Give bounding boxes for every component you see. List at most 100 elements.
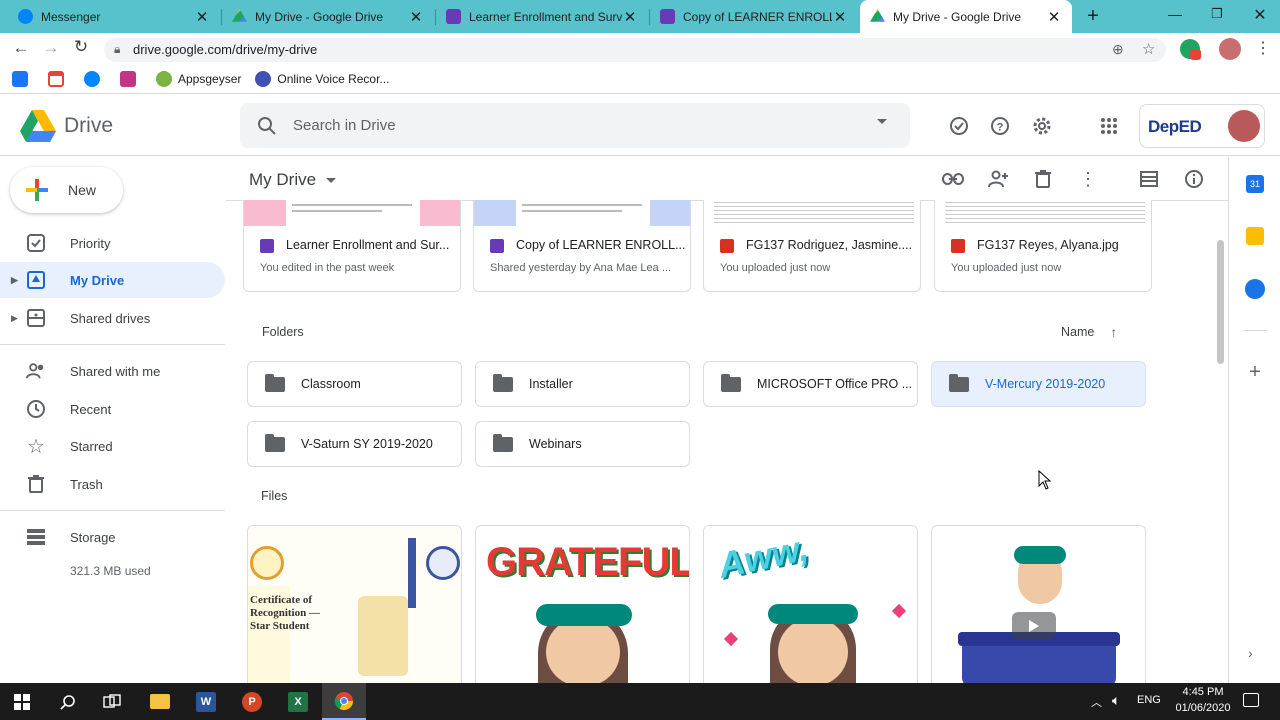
clock-time[interactable]: 4:45 PM	[1169, 686, 1237, 698]
sidebar-item-my-drive[interactable]: ▶ My Drive	[0, 262, 225, 298]
tray-chevron-up-icon[interactable]: ︿	[1091, 694, 1102, 710]
video-play-icon[interactable]	[1012, 612, 1056, 640]
sidebar-item-storage[interactable]: Storage	[0, 519, 225, 555]
restore-window-button[interactable]: ❐	[1203, 6, 1231, 24]
browser-tab[interactable]: Learner Enrollment and Survey ✕	[436, 0, 648, 33]
browser-tab[interactable]: Copy of LEARNER ENROLLMEN ✕	[650, 0, 858, 33]
trash-icon[interactable]	[1031, 167, 1055, 191]
new-tab-button[interactable]: +	[1082, 5, 1104, 27]
file-thumbnail	[474, 200, 690, 226]
account-avatar[interactable]	[1228, 110, 1260, 142]
search-input[interactable]: Search in Drive	[293, 117, 396, 134]
sidebar-item-starred[interactable]: ☆ Starred	[0, 428, 225, 464]
suggested-file-card[interactable]: Learner Enrollment and Sur... You edited…	[243, 200, 461, 292]
sidebar-item-priority[interactable]: Priority	[0, 225, 225, 261]
folder-item-selected[interactable]: V-Mercury 2019-2020	[931, 361, 1146, 407]
task-view-icon[interactable]	[90, 683, 134, 720]
minimize-window-button[interactable]: —	[1160, 6, 1190, 22]
taskbar-search-icon[interactable]	[46, 683, 90, 720]
suggested-file-card[interactable]: FG137 Reyes, Alyana.jpg You uploaded jus…	[934, 200, 1152, 292]
add-bookmark-icon[interactable]: ⊕	[1112, 41, 1124, 58]
help-icon[interactable]: ?	[988, 114, 1012, 138]
sort-control[interactable]: Name ↑	[1061, 324, 1117, 340]
search-icon[interactable]	[257, 116, 277, 136]
close-tab-icon[interactable]: ✕	[832, 8, 848, 26]
file-card[interactable]: GRATEFUL	[475, 525, 690, 685]
expand-icon[interactable]: ▶	[11, 313, 18, 324]
details-info-icon[interactable]	[1182, 167, 1206, 191]
browser-tab-active[interactable]: My Drive - Google Drive ✕	[860, 0, 1072, 33]
folder-item[interactable]: MICROSOFT Office PRO ...	[703, 361, 918, 407]
sidebar-item-recent[interactable]: Recent	[0, 391, 225, 427]
location-breadcrumb[interactable]: My Drive	[249, 169, 337, 191]
keep-icon[interactable]	[1246, 227, 1264, 245]
apps-grid-icon[interactable]	[1097, 114, 1121, 138]
file-card[interactable]	[931, 525, 1146, 685]
forward-button[interactable]: →	[40, 38, 62, 60]
trash-icon	[26, 474, 46, 494]
new-button-label: New	[68, 182, 97, 198]
star-icon[interactable]: ☆	[1142, 40, 1155, 58]
language-indicator[interactable]: ENG	[1137, 694, 1161, 706]
list-view-icon[interactable]	[1137, 167, 1161, 191]
bookmark-messenger[interactable]	[84, 71, 106, 87]
drive-logo-icon[interactable]	[20, 110, 56, 142]
windows-start-icon[interactable]	[0, 683, 44, 720]
bookmark-appsgeyser[interactable]: Appsgeyser	[156, 71, 241, 87]
more-actions-icon[interactable]: ⋮	[1076, 167, 1100, 191]
folder-item[interactable]: Installer	[475, 361, 690, 407]
sort-ascending-arrow-icon[interactable]: ↑	[1110, 324, 1117, 340]
address-bar[interactable]: 🔒︎ drive.google.com/drive/my-drive ⊕ ☆	[104, 38, 1166, 62]
account-switcher[interactable]: DepED	[1139, 104, 1265, 148]
file-explorer-icon[interactable]	[138, 683, 182, 720]
file-card[interactable]: Aww,	[703, 525, 918, 685]
reload-button[interactable]: ↻	[70, 37, 92, 59]
browser-tab[interactable]: Messenger ✕	[8, 0, 220, 33]
folder-item[interactable]: Classroom	[247, 361, 462, 407]
bookmark-gmail[interactable]	[48, 71, 70, 87]
close-tab-icon[interactable]: ✕	[1046, 8, 1062, 26]
close-tab-icon[interactable]: ✕	[194, 8, 210, 26]
offline-ready-icon[interactable]	[947, 114, 971, 138]
tasks-icon[interactable]	[1245, 279, 1265, 299]
chrome-taskbar-icon[interactable]	[322, 683, 366, 720]
volume-icon[interactable]: 🔈︎	[1112, 692, 1120, 709]
folder-icon	[721, 374, 741, 392]
expand-icon[interactable]: ▶	[11, 275, 18, 286]
content-scrollbar-thumb[interactable]	[1217, 240, 1224, 364]
excel-icon[interactable]: X	[276, 683, 320, 720]
sidebar-item-shared-with-me[interactable]: Shared with me	[0, 353, 225, 389]
close-tab-icon[interactable]: ✕	[408, 8, 424, 26]
settings-gear-icon[interactable]	[1030, 114, 1054, 138]
browser-menu-icon[interactable]: ⋮	[1255, 38, 1271, 58]
bookmark-online-voice-recorder[interactable]: Online Voice Recor...	[255, 71, 389, 87]
sidebar-item-shared-drives[interactable]: ▶ Shared drives	[0, 300, 225, 336]
clock-date[interactable]: 01/06/2020	[1169, 702, 1237, 714]
hide-side-panel-chevron-icon[interactable]: ›	[1248, 645, 1253, 661]
word-icon[interactable]: W	[184, 683, 228, 720]
file-card[interactable]: Certificate of Recognition — Star Studen…	[247, 525, 462, 685]
close-window-button[interactable]: ✕	[1246, 5, 1274, 25]
bookmark-instagram[interactable]	[120, 71, 142, 87]
notifications-icon[interactable]	[1243, 693, 1259, 707]
get-addons-plus-icon[interactable]: +	[1245, 361, 1265, 384]
sidebar-item-trash[interactable]: Trash	[0, 466, 225, 502]
bookmark-facebook[interactable]	[12, 71, 34, 87]
back-button[interactable]: ←	[10, 38, 32, 60]
new-button[interactable]: New	[10, 167, 123, 213]
suggested-file-card[interactable]: FG137 Rodriguez, Jasmine.... You uploade…	[703, 200, 921, 292]
share-add-person-icon[interactable]	[986, 167, 1010, 191]
folder-item[interactable]: V-Saturn SY 2019-2020	[247, 421, 462, 467]
calendar-icon[interactable]: 31	[1246, 175, 1264, 193]
powerpoint-icon[interactable]: P	[230, 683, 274, 720]
get-link-icon[interactable]	[941, 167, 965, 191]
search-options-icon[interactable]	[877, 119, 887, 124]
forms-icon	[260, 239, 274, 253]
suggested-file-card[interactable]: Copy of LEARNER ENROLL... Shared yesterd…	[473, 200, 691, 292]
drive-search[interactable]: Search in Drive	[240, 103, 910, 148]
close-tab-icon[interactable]: ✕	[622, 8, 638, 26]
profile-avatar[interactable]	[1219, 38, 1241, 60]
mouse-cursor-icon	[1038, 470, 1052, 490]
folder-item[interactable]: Webinars	[475, 421, 690, 467]
browser-tab[interactable]: My Drive - Google Drive ✕	[222, 0, 434, 33]
